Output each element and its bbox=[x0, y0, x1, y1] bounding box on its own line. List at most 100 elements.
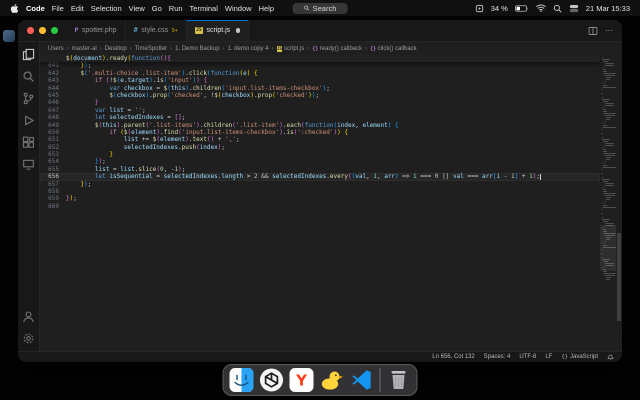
code-line-649[interactable]: 649 $(this).parent('.list-items').childr… bbox=[40, 122, 600, 129]
zoom-window-button[interactable] bbox=[51, 27, 58, 34]
status-indentation[interactable]: Spaces: 4 bbox=[484, 354, 511, 360]
code-line-659[interactable]: 659}); bbox=[40, 195, 600, 202]
dock-duck-icon[interactable] bbox=[320, 368, 344, 392]
code-line-657[interactable]: 657 }); bbox=[40, 181, 600, 188]
desktop-icon[interactable] bbox=[3, 30, 15, 42]
code-line-654[interactable]: 654 }); bbox=[40, 158, 600, 165]
dock-yandex-icon[interactable]: Y bbox=[289, 368, 314, 392]
tab-problems-badge: 9+ bbox=[171, 27, 178, 34]
dock-vscode-icon[interactable] bbox=[350, 368, 374, 392]
minimap[interactable] bbox=[600, 55, 617, 351]
code-line-642[interactable]: 642 $('.multi-choice .list-item').click(… bbox=[40, 70, 600, 77]
wifi-icon[interactable] bbox=[536, 4, 546, 12]
code-line-647[interactable]: 647 var list = ''; bbox=[40, 107, 600, 114]
breadcrumb-item[interactable]: 1. demo copy 4 bbox=[228, 46, 269, 52]
js-file-icon: JS bbox=[194, 27, 203, 34]
vscode-window: Pspotter.php # style.css 9+ JS script.js ⋯ bbox=[18, 20, 622, 362]
tab-script.js[interactable]: JS script.js bbox=[186, 20, 250, 41]
split-editor-icon[interactable] bbox=[588, 26, 598, 36]
code-line-646[interactable]: 646 } bbox=[40, 99, 600, 106]
minimize-window-button[interactable] bbox=[39, 27, 46, 34]
line-number: 656 bbox=[48, 173, 59, 181]
app-menu-code[interactable]: Code bbox=[26, 4, 45, 13]
tab-style.css[interactable]: # style.css 9+ bbox=[125, 20, 187, 41]
menubar-extra-icon[interactable] bbox=[475, 4, 484, 13]
account-icon[interactable] bbox=[22, 310, 35, 323]
menu-window[interactable]: Window bbox=[225, 4, 252, 13]
tab-spotter.php[interactable]: Pspotter.php bbox=[66, 20, 126, 41]
menu-file[interactable]: File bbox=[52, 4, 64, 13]
run-debug-icon[interactable] bbox=[22, 114, 35, 127]
editor[interactable]: $(document).ready(function(){ 641 }); 642… bbox=[40, 55, 622, 351]
status-bar: Ln 656, Col 132 Spaces: 4 UTF-8 LF {} Ja… bbox=[18, 351, 622, 362]
menubar: Code File Edit Selection View Go Run Terminal W… bbox=[0, 0, 640, 16]
code-line-650[interactable]: 650 if ($(element).find('input.list-item… bbox=[40, 129, 600, 136]
extensions-icon[interactable] bbox=[22, 136, 35, 149]
source-control-icon[interactable] bbox=[22, 92, 35, 105]
symbol-icon: {} bbox=[370, 45, 377, 52]
status-language[interactable]: {} JavaScript bbox=[561, 354, 598, 360]
battery-icon[interactable] bbox=[514, 4, 529, 12]
breadcrumb-separator: › bbox=[66, 45, 69, 52]
more-actions-icon[interactable]: ⋯ bbox=[605, 26, 613, 35]
dock-separator bbox=[379, 368, 381, 392]
line-number: 647 bbox=[48, 106, 59, 114]
spotlight-search[interactable]: Search bbox=[292, 2, 348, 14]
menu-go[interactable]: Go bbox=[152, 4, 162, 13]
close-window-button[interactable] bbox=[27, 27, 34, 34]
explorer-icon[interactable] bbox=[22, 48, 35, 61]
scrollbar-thumb[interactable] bbox=[617, 233, 621, 321]
code-line-652[interactable]: 652 selectedIndexes.push(index); bbox=[40, 144, 600, 151]
menu-terminal[interactable]: Terminal bbox=[190, 4, 218, 13]
code-line-648[interactable]: 648 let selectedIndexes = []; bbox=[40, 114, 600, 121]
code-line-651[interactable]: 651 list += $(element).text() + ','; bbox=[40, 136, 600, 143]
notifications-bell-icon[interactable] bbox=[607, 354, 614, 361]
menubar-clock[interactable]: 21 Mar 15:33 bbox=[586, 4, 630, 13]
svg-text:Y: Y bbox=[295, 372, 308, 390]
menu-view[interactable]: View bbox=[129, 4, 145, 13]
code-line-658[interactable]: 658 bbox=[40, 188, 600, 195]
status-eol[interactable]: LF bbox=[545, 354, 552, 360]
breadcrumb-separator: › bbox=[365, 45, 368, 52]
code-lines: 641 }); 642 $('.multi-choice .list-item')… bbox=[40, 62, 600, 210]
minimap-slider[interactable] bbox=[600, 225, 616, 271]
status-cursor-position[interactable]: Ln 656, Col 132 bbox=[432, 354, 474, 360]
breadcrumb-item[interactable]: Desktop bbox=[105, 46, 127, 52]
menu-selection[interactable]: Selection bbox=[91, 4, 122, 13]
code-line-656[interactable]: 656 let isSequential = selectedIndexes.l… bbox=[40, 173, 600, 181]
search-icon bbox=[304, 5, 310, 11]
settings-gear-icon[interactable] bbox=[22, 332, 35, 345]
dock-finder-icon[interactable] bbox=[229, 368, 254, 392]
breadcrumb-item[interactable]: master-al bbox=[72, 46, 97, 52]
code-area: $(document).ready(function(){ 641 }); 642… bbox=[40, 55, 600, 351]
sticky-scroll-line[interactable]: $(document).ready(function(){ bbox=[40, 55, 600, 63]
modified-indicator[interactable] bbox=[235, 28, 241, 33]
code-line-645[interactable]: 645 $(checkbox).prop('checked', !$(check… bbox=[40, 92, 600, 99]
tab-label: style.css bbox=[141, 27, 169, 34]
code-line-655[interactable]: 655 list = list.slice(0, -1); bbox=[40, 166, 600, 173]
code-line-660[interactable]: 660 bbox=[40, 203, 600, 210]
apple-menu-icon[interactable] bbox=[10, 3, 19, 13]
status-encoding[interactable]: UTF-8 bbox=[519, 354, 536, 360]
breadcrumb-item[interactable]: {} click() callback bbox=[370, 46, 417, 52]
search-sidebar-icon[interactable] bbox=[22, 70, 35, 83]
code-line-653[interactable]: 653 } bbox=[40, 151, 600, 158]
menu-run[interactable]: Run bbox=[169, 4, 183, 13]
menu-edit[interactable]: Edit bbox=[71, 4, 84, 13]
breadcrumb-item[interactable]: Users bbox=[48, 46, 64, 52]
control-center-icon[interactable] bbox=[569, 4, 579, 13]
line-number: 648 bbox=[48, 114, 59, 122]
breadcrumb-item[interactable]: 1. Demo Backup bbox=[175, 46, 219, 52]
menu-help[interactable]: Help bbox=[259, 4, 274, 13]
code-line-644[interactable]: 644 var checkbox = $(this).children('inp… bbox=[40, 85, 600, 92]
code-line-643[interactable]: 643 if (!$(e.target).is('input')) { bbox=[40, 77, 600, 84]
breadcrumb-item[interactable]: {} ready() callback bbox=[312, 46, 362, 52]
breadcrumb-item[interactable]: TimeSpotter bbox=[135, 46, 167, 52]
dock-trash-icon[interactable] bbox=[387, 368, 411, 392]
breadcrumb-item[interactable]: JS script.js bbox=[276, 45, 304, 52]
search-icon[interactable] bbox=[553, 4, 562, 13]
code-line-641[interactable]: 641 }); bbox=[40, 62, 600, 69]
remote-explorer-icon[interactable] bbox=[22, 158, 35, 171]
scrollbar[interactable] bbox=[616, 55, 622, 351]
dock-chatgpt-icon[interactable] bbox=[260, 368, 284, 392]
